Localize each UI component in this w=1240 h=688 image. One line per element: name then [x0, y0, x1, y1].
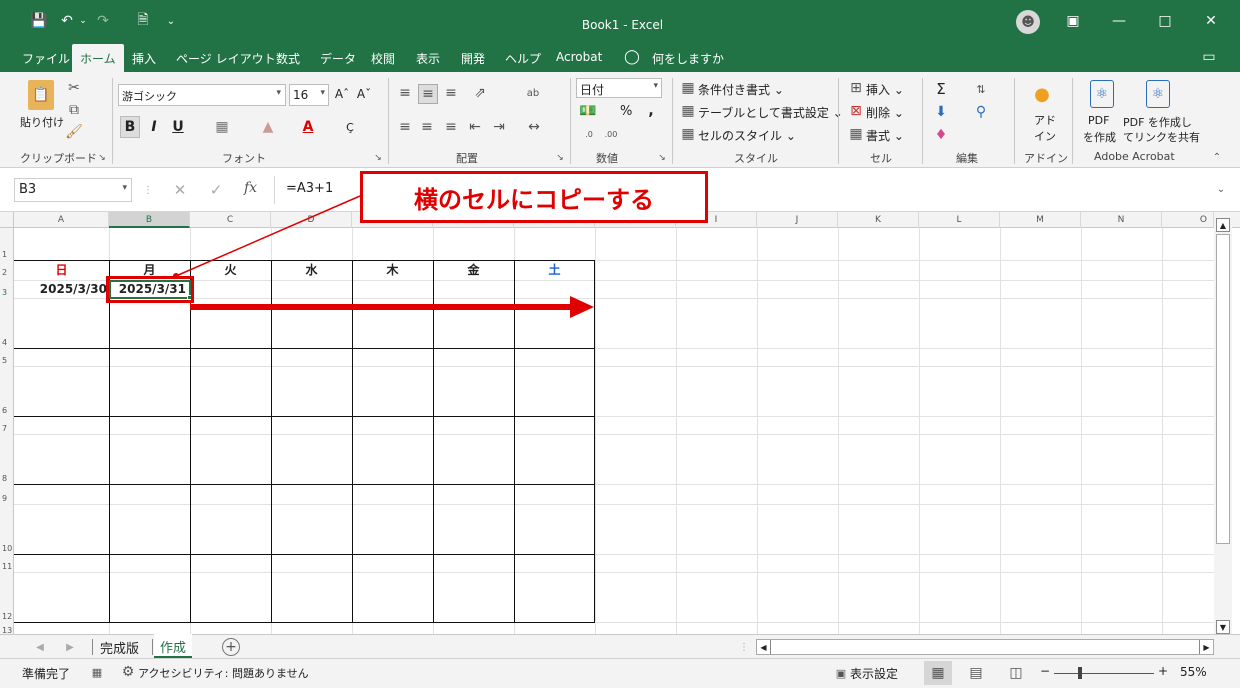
- macro-record-icon[interactable]: ▦: [90, 664, 104, 680]
- more-options-icon: ⋮: [739, 641, 749, 653]
- scroll-right-icon[interactable]: ▶: [1199, 640, 1213, 654]
- annotation-callout-text: 横のセルにコピーする: [414, 185, 654, 214]
- scroll-down-icon[interactable]: ▼: [1216, 620, 1230, 634]
- status-ready: 準備完了: [22, 667, 71, 681]
- zoom-level[interactable]: 55%: [1180, 665, 1207, 679]
- annotation-leader-line: [173, 195, 361, 279]
- zoom-slider[interactable]: [1054, 667, 1154, 679]
- scroll-up-icon[interactable]: ▲: [1216, 218, 1230, 232]
- zoom-slider-thumb[interactable]: [1078, 667, 1082, 679]
- zoom-in-button[interactable]: +: [1158, 664, 1168, 678]
- sheet-tab-kanseiban[interactable]: 完成版: [100, 638, 139, 657]
- horizontal-scrollbar[interactable]: ◀ ▶: [756, 639, 1214, 655]
- vertical-scrollbar[interactable]: ▲ ▼: [1214, 216, 1232, 636]
- annotation-callout-box: 横のセルにコピーする: [360, 171, 708, 223]
- accessibility-icon[interactable]: ⚙: [120, 664, 136, 680]
- scroll-left-icon[interactable]: ◀: [757, 640, 771, 654]
- display-settings-icon[interactable]: ▣: [834, 665, 848, 681]
- normal-view-icon[interactable]: ▦: [924, 661, 952, 685]
- display-settings-button[interactable]: 表示設定: [850, 665, 898, 682]
- next-sheet-icon[interactable]: ▶: [64, 639, 76, 655]
- page-break-preview-icon[interactable]: ◫: [1006, 663, 1026, 683]
- page-layout-view-icon[interactable]: ▤: [966, 663, 986, 683]
- accessibility-status[interactable]: アクセシビリティ: 問題ありません: [138, 665, 309, 681]
- sheet-tabs-bar: ◀ ▶ 完成版 作成 + ⋮ ◀ ▶: [0, 634, 1240, 658]
- previous-sheet-icon[interactable]: ◀: [34, 639, 46, 655]
- zoom-out-button[interactable]: −: [1040, 664, 1050, 678]
- scroll-thumb[interactable]: [1216, 234, 1230, 544]
- sheet-tab-sakusei[interactable]: 作成: [154, 634, 193, 658]
- status-bar: 準備完了 ▦ ⚙ アクセシビリティ: 問題ありません ▣ 表示設定 ▦ ▤ ◫ …: [0, 658, 1240, 688]
- add-sheet-icon[interactable]: +: [222, 638, 240, 656]
